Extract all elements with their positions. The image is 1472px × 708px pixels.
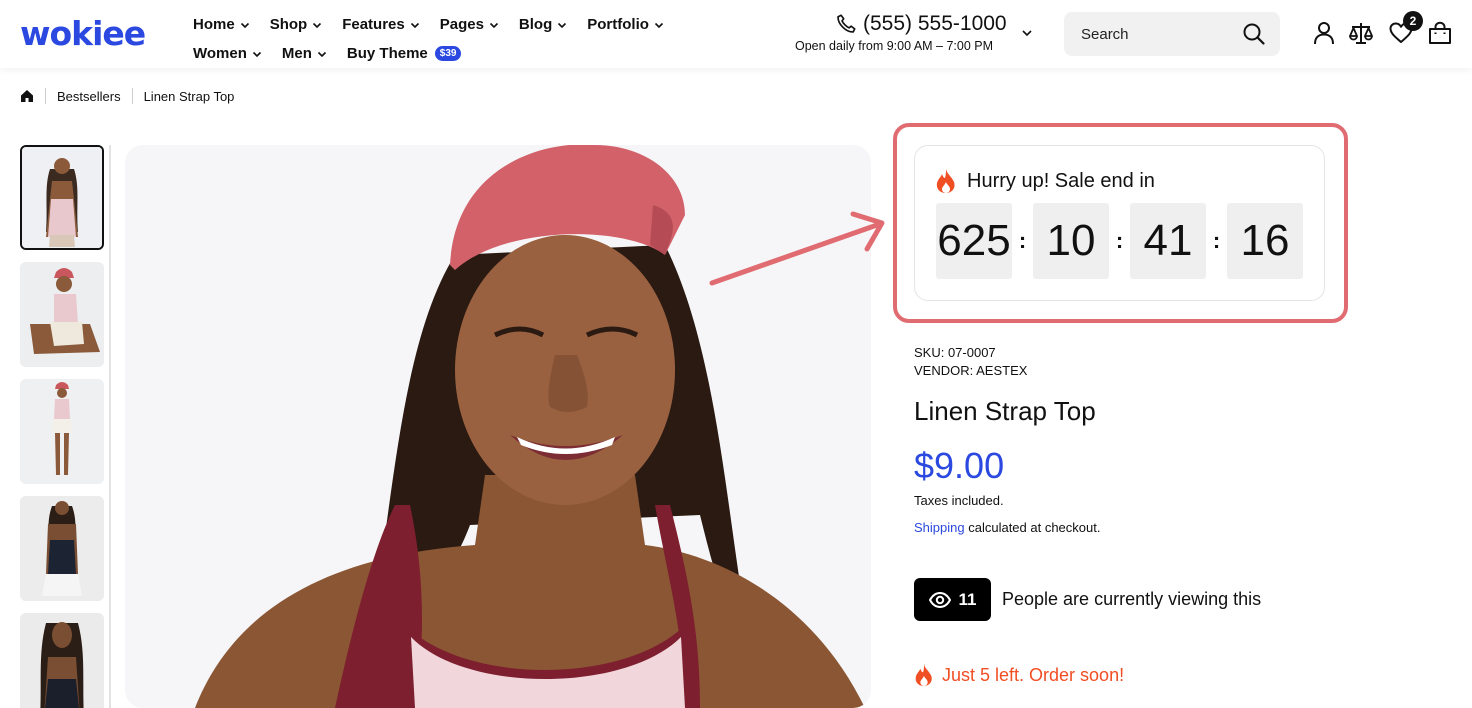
countdown-separator: : <box>1212 228 1221 253</box>
search-icon[interactable] <box>1242 22 1266 46</box>
thumbnail-5[interactable] <box>20 613 104 708</box>
chevron-down-icon <box>558 22 567 28</box>
chevron-down-icon <box>252 51 261 57</box>
breadcrumb-divider <box>45 88 46 104</box>
nav-men[interactable]: Men <box>282 45 327 62</box>
countdown-separator: : <box>1115 228 1124 253</box>
thumbnail-4[interactable] <box>20 496 104 601</box>
breadcrumb-current: Linen Strap Top <box>143 88 235 104</box>
countdown-minutes: 41 <box>1130 203 1206 279</box>
model-thumbnail-image <box>20 496 104 601</box>
nav-shop[interactable]: Shop <box>270 16 323 33</box>
breadcrumb-divider <box>131 88 133 104</box>
search-box[interactable]: Search <box>1064 12 1280 56</box>
annotation-arrow-icon <box>709 211 885 286</box>
shipping-link[interactable]: Shipping <box>914 520 965 535</box>
chevron-down-icon <box>654 22 663 28</box>
site-logo[interactable]: wokiee <box>20 14 146 53</box>
countdown-hours: 10 <box>1033 203 1109 279</box>
model-thumbnail-image <box>20 379 104 484</box>
eye-icon <box>928 591 951 608</box>
chevron-down-icon <box>317 51 326 57</box>
shipping-note: Shipping calculated at checkout. <box>914 520 1454 535</box>
low-stock-notice: Just 5 left. Order soon! <box>914 663 1454 687</box>
gallery-scrollbar[interactable] <box>109 145 111 708</box>
breadcrumb: Bestsellers Linen Strap Top <box>20 88 234 104</box>
shipping-text: calculated at checkout. <box>964 520 1101 535</box>
countdown-separator: : <box>1018 228 1027 253</box>
nav-buy-theme[interactable]: Buy Theme $39 <box>347 45 462 62</box>
compare-icon[interactable] <box>1348 20 1374 46</box>
chevron-down-icon <box>240 22 249 28</box>
sale-countdown: Hurry up! Sale end in 625 : 10 : 41 : 16 <box>914 145 1325 301</box>
countdown-title: Hurry up! Sale end in <box>967 169 1155 192</box>
product-info: SKU: 07-0007 VENDOR: AESTEX Linen Strap … <box>914 344 1454 687</box>
breadcrumb-bestsellers[interactable]: Bestsellers <box>57 89 121 104</box>
thumbnail-1[interactable] <box>20 145 104 250</box>
model-thumbnail-image <box>20 613 104 708</box>
search-input[interactable]: Search <box>1081 26 1129 43</box>
live-viewers: 11 People are currently viewing this <box>914 578 1454 621</box>
home-icon[interactable] <box>20 89 34 103</box>
opening-hours: Open daily from 9:00 AM – 7:00 PM <box>795 39 994 53</box>
viewers-badge: 11 <box>914 578 991 621</box>
model-thumbnail-image <box>22 147 102 248</box>
fire-icon <box>936 169 955 193</box>
nav-features[interactable]: Features <box>342 16 420 33</box>
viewers-text: People are currently viewing this <box>1002 589 1262 609</box>
chevron-down-icon <box>410 22 419 28</box>
stock-text: Just 5 left. Order soon! <box>942 664 1125 685</box>
site-header: wokiee Home Shop Features Pages Blog Por… <box>0 0 1472 68</box>
product-vendor: VENDOR: AESTEX <box>914 363 1028 378</box>
wishlist-count-badge: 2 <box>1403 11 1423 31</box>
thumbnail-3[interactable] <box>20 379 104 484</box>
nav-women[interactable]: Women <box>193 45 262 62</box>
product-price: $9.00 <box>914 445 1005 486</box>
thumbnail-2[interactable] <box>20 262 104 367</box>
thumbnail-gallery <box>20 145 104 708</box>
model-thumbnail-image <box>20 262 104 367</box>
product-title: Linen Strap Top <box>914 396 1096 426</box>
phone-icon <box>837 14 856 33</box>
countdown-days: 625 <box>936 203 1012 279</box>
product-sku: SKU: 07-0007 <box>914 345 996 360</box>
main-nav: Home Shop Features Pages Blog Portfolio … <box>193 10 664 68</box>
cart-icon[interactable] <box>1427 20 1453 46</box>
nav-home[interactable]: Home <box>193 16 250 33</box>
price-badge: $39 <box>434 46 462 61</box>
nav-pages[interactable]: Pages <box>440 16 499 33</box>
phone-number: (555) 555-1000 <box>863 12 1007 35</box>
account-icon[interactable] <box>1311 20 1337 46</box>
fire-icon <box>915 664 932 686</box>
nav-blog[interactable]: Blog <box>519 16 567 33</box>
viewers-count: 11 <box>958 589 977 609</box>
tax-note: Taxes included. <box>914 493 1004 508</box>
nav-portfolio[interactable]: Portfolio <box>587 16 664 33</box>
contact-block[interactable]: (555) 555-1000 Open daily from 9:00 AM –… <box>795 12 1035 53</box>
countdown-seconds: 16 <box>1227 203 1303 279</box>
chevron-down-icon <box>489 22 498 28</box>
chevron-down-icon <box>313 22 322 28</box>
chevron-down-icon[interactable] <box>1021 27 1033 39</box>
